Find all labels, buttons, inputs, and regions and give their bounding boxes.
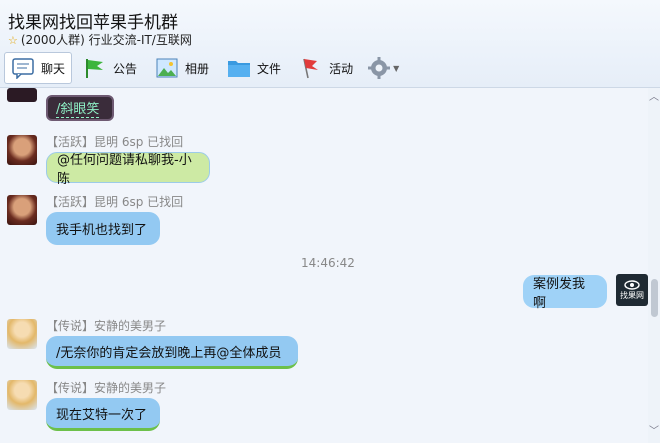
tab-album-label: 相册 xyxy=(185,61,210,76)
photo-icon xyxy=(156,58,178,78)
avatar[interactable] xyxy=(7,135,37,165)
timestamp: 14:46:42 xyxy=(301,256,355,270)
toolbar: 聊天 公告 相册 文件 活动 ▼ xyxy=(4,51,406,85)
gear-icon xyxy=(368,57,391,79)
sender-name: 【传说】安静的美男子 xyxy=(46,319,167,333)
avatar[interactable] xyxy=(7,195,37,225)
flag-icon xyxy=(86,59,104,78)
scroll-up-icon[interactable]: ︿ xyxy=(649,88,659,103)
tab-announcement-label: 公告 xyxy=(113,61,138,76)
chat-icon xyxy=(12,58,34,79)
message-bubble[interactable]: /无奈你的肯定会放到晚上再@全体成员 xyxy=(46,336,298,369)
sender-name: 【活跃】昆明 6sp 已找回 xyxy=(46,195,184,209)
tab-files-label: 文件 xyxy=(257,61,282,76)
tab-events-label: 活动 xyxy=(329,61,354,76)
star-icon: ☆ xyxy=(8,34,18,47)
group-title: 找果网找回苹果手机群 xyxy=(8,13,178,33)
tab-events[interactable]: 活动 xyxy=(292,52,360,84)
group-info: ☆ (2000人群) 行业交流-IT/互联网 xyxy=(8,31,192,48)
avatar-label: 找果网 xyxy=(620,290,644,300)
message-bubble[interactable]: 我手机也找到了 xyxy=(46,212,160,245)
message-area[interactable]: /斜眼笑 【活跃】昆明 6sp 已找回 @任何问题请私聊我-小陈 【活跃】昆明 … xyxy=(0,88,648,443)
eye-icon xyxy=(624,279,640,290)
message-text: 案例发我啊 xyxy=(533,276,586,311)
chevron-down-icon: ▼ xyxy=(393,63,400,73)
message-bubble[interactable]: 现在艾特一次了 xyxy=(46,398,160,431)
tab-chat-label: 聊天 xyxy=(41,61,66,76)
scroll-down-icon[interactable]: ﹀ xyxy=(649,422,659,437)
message-text: 现在艾特一次了 xyxy=(56,407,148,423)
avatar[interactable] xyxy=(7,380,37,410)
tab-announcement[interactable]: 公告 xyxy=(76,52,144,84)
message-bubble[interactable]: @任何问题请私聊我-小陈 xyxy=(46,152,210,187)
chat-header: 找果网找回苹果手机群 ☆(2000人群) 行业交流-IT/互联网 聊天 公告 xyxy=(0,0,660,88)
message-bubble-self[interactable]: 案例发我啊 xyxy=(523,275,607,311)
avatar[interactable] xyxy=(7,319,37,349)
folder-icon xyxy=(228,61,251,77)
message-text: @任何问题请私聊我-小陈 xyxy=(57,152,192,187)
message-text: /无奈你的肯定会放到晚上再@全体成员 xyxy=(56,345,282,361)
sender-name: 【活跃】昆明 6sp 已找回 xyxy=(46,135,184,149)
self-avatar[interactable]: 找果网 xyxy=(616,274,648,306)
sender-name: 【传说】安静的美男子 xyxy=(46,381,167,395)
red-flag-icon xyxy=(303,58,319,79)
group-category: 行业交流-IT/互联网 xyxy=(88,33,192,47)
tab-files[interactable]: 文件 xyxy=(220,52,288,84)
tab-chat[interactable]: 聊天 xyxy=(4,52,73,84)
tab-album[interactable]: 相册 xyxy=(148,52,216,84)
message-text: 我手机也找到了 xyxy=(56,223,148,238)
scrollbar-thumb[interactable] xyxy=(651,279,658,317)
member-count: (2000人群) xyxy=(20,33,85,47)
avatar[interactable] xyxy=(7,88,37,102)
message-text: /斜眼笑 xyxy=(56,98,100,118)
settings-menu[interactable]: ▼ xyxy=(364,52,402,84)
scrollbar[interactable]: ︿ ﹀ xyxy=(648,88,660,443)
sticker-message[interactable]: /斜眼笑 xyxy=(46,95,114,121)
